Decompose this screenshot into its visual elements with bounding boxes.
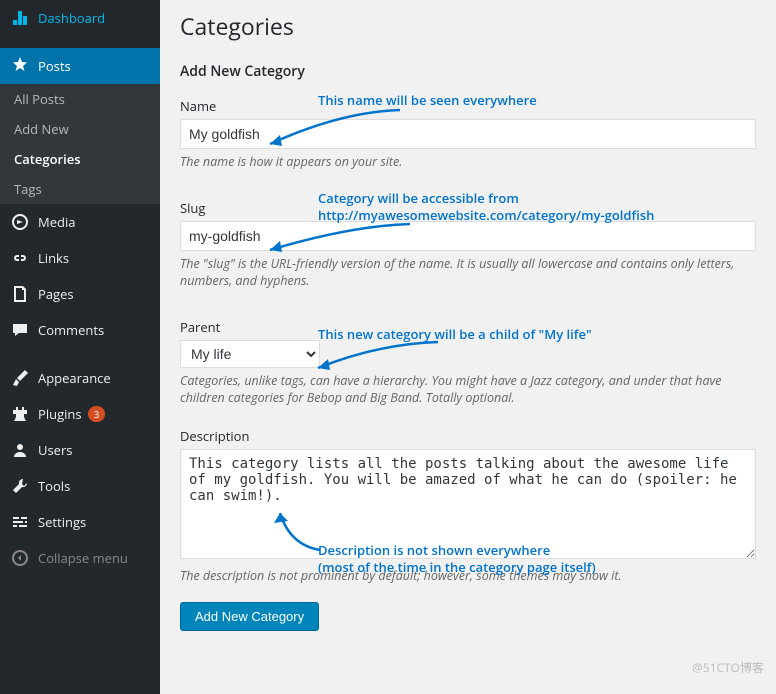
menu-appearance[interactable]: Appearance (0, 360, 160, 396)
slug-help: The "slug" is the URL-friendly version o… (180, 255, 756, 290)
submenu-all-posts[interactable]: All Posts (0, 84, 160, 114)
page-icon (10, 284, 30, 304)
slug-input[interactable] (180, 221, 756, 251)
user-icon (10, 440, 30, 460)
menu-label: Tools (38, 477, 70, 495)
name-label: Name (180, 97, 756, 115)
parent-label: Parent (180, 318, 756, 336)
collapse-menu[interactable]: Collapse menu (0, 540, 160, 576)
submenu-categories[interactable]: Categories (0, 144, 160, 174)
pin-icon (10, 56, 30, 76)
field-parent: Parent My life Categories, unlike tags, … (180, 318, 756, 407)
plugins-badge: 3 (88, 406, 106, 422)
field-description: Description This category lists all the … (180, 427, 756, 585)
watermark: @51CTO博客 (692, 659, 764, 676)
menu-links[interactable]: Links (0, 240, 160, 276)
field-name: Name The name is how it appears on your … (180, 97, 756, 171)
add-category-button[interactable]: Add New Category (180, 602, 319, 631)
link-icon (10, 248, 30, 268)
comment-icon (10, 320, 30, 340)
menu-media[interactable]: Media (0, 204, 160, 240)
name-input[interactable] (180, 119, 756, 149)
form-heading: Add New Category (180, 62, 756, 81)
menu-tools[interactable]: Tools (0, 468, 160, 504)
menu-plugins[interactable]: Plugins 3 (0, 396, 160, 432)
description-textarea[interactable]: This category lists all the posts talkin… (180, 449, 756, 559)
menu-label: Plugins (38, 405, 82, 423)
slug-label: Slug (180, 199, 756, 217)
dashboard-icon (10, 8, 30, 28)
menu-users[interactable]: Users (0, 432, 160, 468)
menu-comments[interactable]: Comments (0, 312, 160, 348)
collapse-icon (10, 548, 30, 568)
description-help: The description is not prominent by defa… (180, 567, 756, 585)
menu-label: Users (38, 441, 72, 459)
submenu-tags[interactable]: Tags (0, 174, 160, 204)
menu-settings[interactable]: Settings (0, 504, 160, 540)
parent-select[interactable]: My life (180, 340, 320, 368)
menu-label: Settings (38, 513, 86, 531)
description-label: Description (180, 427, 756, 445)
plugin-icon (10, 404, 30, 424)
media-icon (10, 212, 30, 232)
menu-dashboard[interactable]: Dashboard (0, 0, 160, 36)
name-help: The name is how it appears on your site. (180, 153, 756, 171)
submenu-add-new[interactable]: Add New (0, 114, 160, 144)
parent-help: Categories, unlike tags, can have a hier… (180, 372, 756, 407)
menu-label: Appearance (38, 369, 111, 387)
field-slug: Slug The "slug" is the URL-friendly vers… (180, 199, 756, 290)
brush-icon (10, 368, 30, 388)
menu-label: Collapse menu (38, 549, 128, 567)
menu-label: Pages (38, 285, 74, 303)
posts-submenu: All Posts Add New Categories Tags (0, 84, 160, 204)
menu-label: Dashboard (38, 9, 105, 27)
wrench-icon (10, 476, 30, 496)
menu-label: Posts (38, 57, 71, 75)
page-title: Categories (180, 10, 756, 42)
menu-label: Links (38, 249, 69, 267)
sliders-icon (10, 512, 30, 532)
menu-label: Comments (38, 321, 104, 339)
menu-posts[interactable]: Posts (0, 48, 160, 84)
admin-sidebar: Dashboard Posts All Posts Add New Catego… (0, 0, 160, 694)
menu-label: Media (38, 213, 75, 231)
main-content: Categories Add New Category Name The nam… (160, 0, 776, 694)
menu-pages[interactable]: Pages (0, 276, 160, 312)
